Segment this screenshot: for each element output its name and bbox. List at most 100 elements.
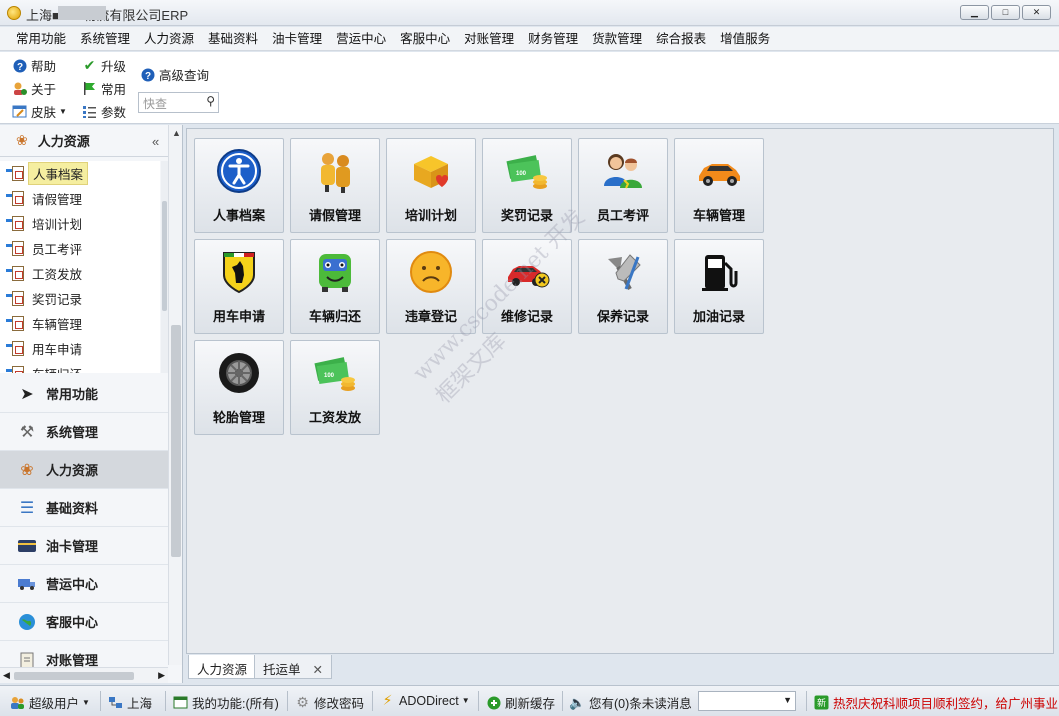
nav-hr[interactable]: ❀ 人力资源: [0, 451, 168, 489]
tile-training[interactable]: 培训计划: [386, 138, 476, 233]
flag-icon: [82, 81, 97, 96]
money-icon: 100: [503, 147, 551, 195]
gift-box-icon: [407, 147, 455, 195]
common-button[interactable]: 常用: [82, 79, 126, 98]
tile-vehicle-return[interactable]: 车辆归还: [290, 239, 380, 334]
left-panel-hscrollbar[interactable]: ◀ ▶: [0, 667, 168, 683]
chevron-left-icon[interactable]: ◀: [3, 670, 10, 681]
menu-common[interactable]: 常用功能: [9, 28, 73, 50]
tree-item-training[interactable]: 培训计划: [0, 211, 160, 236]
tools-icon: ⚒: [19, 423, 35, 441]
menu-basic-data[interactable]: 基础资料: [201, 28, 265, 50]
ado-dropdown[interactable]: ⚡ ADODirect ▼: [380, 692, 470, 708]
redacted-mask: [58, 6, 106, 20]
tree-item-vehicles[interactable]: 车辆管理: [0, 311, 160, 336]
nav-fuel-card[interactable]: 油卡管理: [0, 527, 168, 565]
tile-tires[interactable]: 轮胎管理: [194, 340, 284, 435]
menu-system[interactable]: 系统管理: [73, 28, 137, 50]
city-selector[interactable]: 上海: [108, 693, 152, 712]
hr-tree: 人事档案 请假管理 培训计划 员工考评 工资发放 奖罚记录 车辆管理 用车申请 …: [0, 161, 160, 373]
minimize-button[interactable]: ▁: [960, 5, 989, 20]
lightning-icon: ⚡: [382, 692, 393, 708]
menu-operations[interactable]: 营运中心: [329, 28, 393, 50]
message-select[interactable]: ▼: [698, 691, 796, 711]
tile-personnel[interactable]: 人事档案: [194, 138, 284, 233]
advanced-search-button[interactable]: ? 高级查询: [140, 65, 209, 84]
tree-scrollbar[interactable]: [161, 161, 168, 373]
tree-item-leave[interactable]: 请假管理: [0, 186, 160, 211]
chevron-down-icon: ▼: [59, 107, 67, 116]
menu-hr[interactable]: 人力资源: [137, 28, 201, 50]
tab-waybill[interactable]: 托运单 ✕: [254, 655, 332, 679]
nav-basic-data[interactable]: ☰ 基础资料: [0, 489, 168, 527]
tile-repairs[interactable]: 维修记录: [482, 239, 572, 334]
scroll-thumb[interactable]: [171, 325, 181, 557]
sad-face-icon: [407, 248, 455, 296]
tile-maintenance[interactable]: 保养记录: [578, 239, 668, 334]
ferrari-shield-icon: [215, 248, 263, 296]
menu-payment[interactable]: 货款管理: [585, 28, 649, 50]
main-content: 人事档案 请假管理 培训计划 100 奖罚记录 员工考评 车辆管理 用车申请 车…: [186, 128, 1054, 654]
menu-value-added[interactable]: 增值服务: [713, 28, 777, 50]
close-button[interactable]: ✕: [1022, 5, 1051, 20]
refresh-cache-button[interactable]: 刷新缓存: [486, 693, 555, 712]
menu-reconciliation[interactable]: 对账管理: [457, 28, 521, 50]
tile-evaluation[interactable]: 员工考评: [578, 138, 668, 233]
tile-vehicles[interactable]: 车辆管理: [674, 138, 764, 233]
search-icon[interactable]: ⚲: [206, 94, 215, 108]
chevron-down-icon: ▼: [82, 698, 90, 707]
tree-item-vehicle-request[interactable]: 用车申请: [0, 336, 160, 361]
menu-fuel-card[interactable]: 油卡管理: [265, 28, 329, 50]
params-button[interactable]: 参数: [82, 102, 126, 121]
nav-customer-service[interactable]: 客服中心: [0, 603, 168, 641]
status-bar: 超级用户 ▼ 上海 我的功能:(所有) ⚙ 修改密码 ⚡ ADODirect ▼ 刷…: [0, 685, 1059, 716]
tree-item-rewards[interactable]: 奖罚记录: [0, 286, 160, 311]
chevron-up-icon[interactable]: ▲: [172, 128, 181, 138]
news-icon: 新: [814, 695, 829, 710]
tile-salary[interactable]: 100 工资发放: [290, 340, 380, 435]
maximize-button[interactable]: □: [991, 5, 1020, 20]
close-icon[interactable]: ✕: [313, 663, 323, 677]
skin-icon: [12, 104, 27, 119]
news-ticker[interactable]: 新 热烈庆祝科顺项目顺利签约，给广州事业: [814, 693, 1058, 712]
tab-hr[interactable]: 人力资源: [188, 655, 257, 679]
tile-leave[interactable]: 请假管理: [290, 138, 380, 233]
skin-dropdown[interactable]: 皮肤 ▼: [12, 102, 67, 121]
tile-rewards[interactable]: 100 奖罚记录: [482, 138, 572, 233]
document-icon: [6, 290, 26, 308]
menu-customer-service[interactable]: 客服中心: [393, 28, 457, 50]
tile-vehicle-request[interactable]: 用车申请: [194, 239, 284, 334]
chevron-right-icon[interactable]: ▶: [158, 670, 165, 681]
help-button[interactable]: ? 帮助: [12, 56, 56, 75]
collapse-icon[interactable]: «: [152, 134, 159, 149]
document-icon: [6, 165, 26, 183]
change-password-button[interactable]: ⚙ 修改密码: [295, 693, 364, 712]
tile-violations[interactable]: 违章登记: [386, 239, 476, 334]
tree-item-personnel[interactable]: 人事档案: [0, 161, 160, 186]
upgrade-button[interactable]: ✔ 升级: [82, 56, 126, 75]
truck-icon: [16, 573, 38, 595]
user-dropdown[interactable]: 超级用户 ▼: [10, 693, 90, 712]
tree-item-evaluation[interactable]: 员工考评: [0, 236, 160, 261]
svg-text:新: 新: [817, 697, 826, 709]
tree-item-vehicle-return[interactable]: 车辆归还: [0, 361, 160, 373]
scroll-thumb[interactable]: [14, 672, 134, 680]
menu-finance[interactable]: 财务管理: [521, 28, 585, 50]
left-panel-scrollbar[interactable]: ▲: [168, 125, 182, 665]
network-icon: [108, 695, 123, 710]
tree-item-salary[interactable]: 工资发放: [0, 261, 160, 286]
messages-indicator[interactable]: 🔈 您有(0)条未读消息: [569, 693, 691, 712]
users-icon: [10, 695, 25, 710]
about-button[interactable]: 关于: [12, 79, 56, 98]
left-panel: ❀ 人力资源 « 人事档案 请假管理 培训计划 员工考评 工资发放 奖罚记录 车…: [0, 125, 183, 683]
menu-reports[interactable]: 综合报表: [649, 28, 713, 50]
my-functions[interactable]: 我的功能:(所有): [173, 693, 279, 712]
quick-search-input[interactable]: 快查 ⚲: [138, 92, 219, 113]
document-tabs: 人力资源 托运单 ✕: [186, 655, 1054, 681]
nav-common[interactable]: ➤ 常用功能: [0, 375, 168, 413]
tile-refuel[interactable]: 加油记录: [674, 239, 764, 334]
nav-system[interactable]: ⚒ 系统管理: [0, 413, 168, 451]
nav-operations[interactable]: 营运中心: [0, 565, 168, 603]
scroll-thumb[interactable]: [162, 201, 167, 311]
window-title: 上海■■■■物流有限公司ERP: [26, 8, 189, 23]
